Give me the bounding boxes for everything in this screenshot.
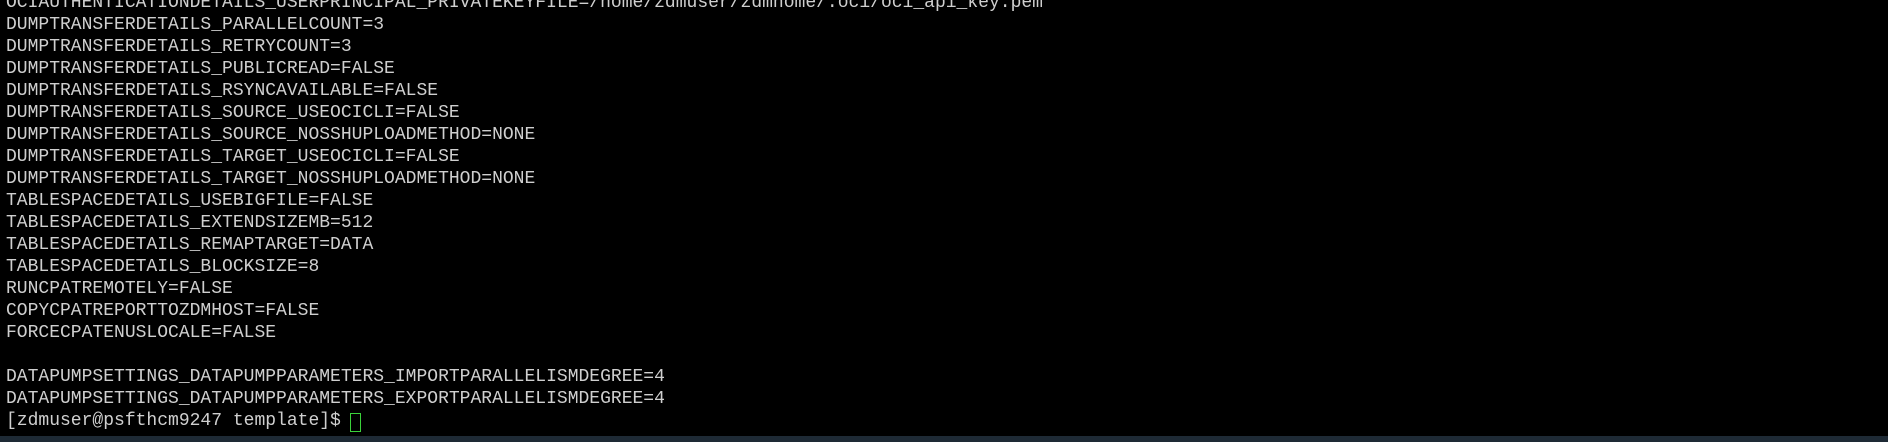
output-line-export-parallelism: DATAPUMPSETTINGS_DATAPUMPPARAMETERS_EXPO…: [6, 389, 665, 409]
window-bottom-border: [0, 436, 1888, 442]
output-line-extendsizemb: TABLESPACEDETAILS_EXTENDSIZEMB=512: [6, 213, 374, 233]
terminal-window[interactable]: OCIAUTHENTICATIONDETAILS_USERPRINCIPAL_P…: [0, 0, 1888, 436]
output-line-parallel-count: DUMPTRANSFERDETAILS_PARALLELCOUNT=3: [6, 15, 385, 35]
shell-prompt: [zdmuser@psfthcm9247 template]$: [6, 411, 341, 431]
output-line-import-parallelism: DATAPUMPSETTINGS_DATAPUMPPARAMETERS_IMPO…: [6, 367, 665, 387]
output-line-source-useocicli: DUMPTRANSFERDETAILS_SOURCE_USEOCICLI=FAL…: [6, 103, 460, 123]
output-line-runcpatremotely: RUNCPATREMOTELY=FALSE: [6, 279, 233, 299]
command-prompt-line[interactable]: [zdmuser@psfthcm9247 template]$: [6, 410, 1888, 432]
output-line-copycpatreport: COPYCPATREPORTTOZDMHOST=FALSE: [6, 301, 320, 321]
output-line-retry-count: DUMPTRANSFERDETAILS_RETRYCOUNT=3: [6, 37, 352, 57]
output-line-blank: [6, 344, 1888, 366]
output-line-blocksize: TABLESPACEDETAILS_BLOCKSIZE=8: [6, 257, 320, 277]
output-line-target-useocicli: DUMPTRANSFERDETAILS_TARGET_USEOCICLI=FAL…: [6, 147, 460, 167]
text-cursor[interactable]: [349, 412, 361, 432]
output-line-source-nosshuploadmethod: DUMPTRANSFERDETAILS_SOURCE_NOSSHUPLOADME…: [6, 125, 536, 145]
output-line-remaptarget: TABLESPACEDETAILS_REMAPTARGET=DATA: [6, 235, 374, 255]
output-line-usebigfile: TABLESPACEDETAILS_USEBIGFILE=FALSE: [6, 191, 374, 211]
output-line-forcecpatenuslocale: FORCECPATENUSLOCALE=FALSE: [6, 323, 277, 343]
output-line-target-nosshuploadmethod: DUMPTRANSFERDETAILS_TARGET_NOSSHUPLOADME…: [6, 169, 536, 189]
output-line-public-read: DUMPTRANSFERDETAILS_PUBLICREAD=FALSE: [6, 59, 395, 79]
output-line-rsync-available: DUMPTRANSFERDETAILS_RSYNCAVAILABLE=FALSE: [6, 81, 439, 101]
output-line-oci-private-key: OCIAUTHENTICATIONDETAILS_USERPRINCIPAL_P…: [6, 0, 1043, 13]
